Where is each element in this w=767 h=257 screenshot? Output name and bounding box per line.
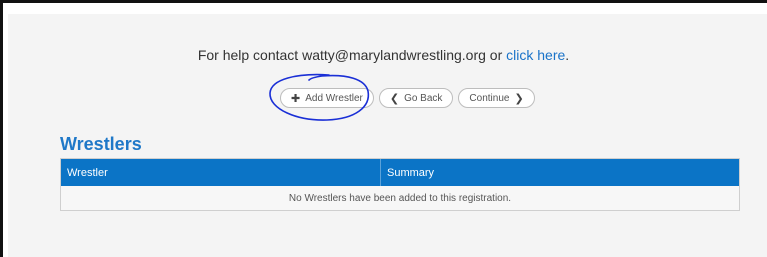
action-buttons: ✚ Add Wrestler ❮ Go Back Continue ❯ — [280, 88, 535, 110]
help-link[interactable]: click here — [506, 47, 565, 63]
help-text: For help contact watty@marylandwrestling… — [0, 47, 767, 63]
chevron-right-icon: ❯ — [514, 92, 524, 105]
plus-icon: ✚ — [291, 92, 301, 105]
chevron-left-icon: ❮ — [389, 92, 400, 105]
wrestlers-table: Wrestler Summary No Wrestlers have been … — [60, 158, 740, 211]
go-back-label: Go Back — [404, 92, 443, 104]
section-title: Wrestlers — [60, 134, 142, 154]
help-suffix: . — [565, 47, 570, 63]
go-back-button[interactable]: ❮ Go Back — [378, 88, 454, 108]
screenshot-border-left — [0, 0, 3, 257]
empty-message: No Wrestlers have been added to this reg… — [61, 186, 739, 210]
continue-label: Continue — [469, 92, 510, 104]
add-wrestler-label: Add Wrestler — [305, 92, 363, 104]
screenshot-border-top — [0, 0, 767, 3]
add-wrestler-button[interactable]: ✚ Add Wrestler — [280, 88, 374, 108]
continue-button[interactable]: Continue ❯ — [458, 88, 535, 108]
column-header-summary: Summary — [387, 166, 435, 179]
help-prefix: For help contact watty@marylandwrestling… — [197, 47, 507, 63]
column-header-wrestler: Wrestler — [61, 159, 381, 186]
table-header: Wrestler Summary — [61, 159, 739, 186]
